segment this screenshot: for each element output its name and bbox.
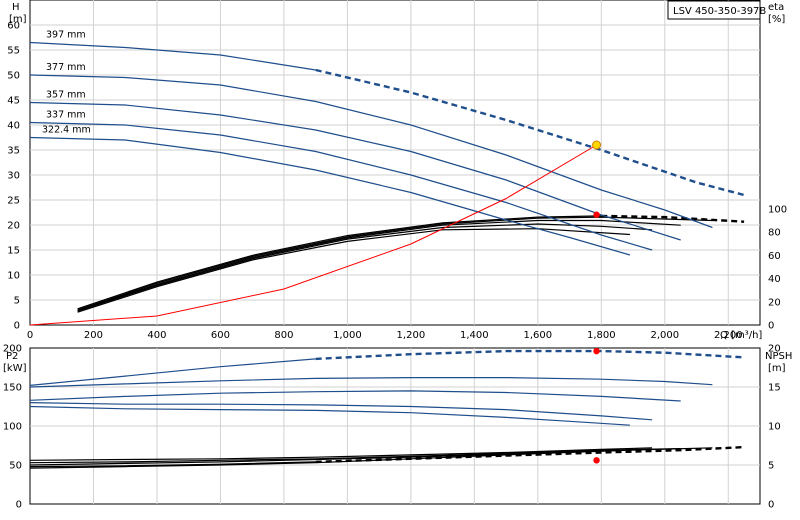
- npsh-axis-label-line2: [m]: [768, 363, 786, 374]
- h-tick-label: 55: [7, 46, 20, 57]
- duty-point: [592, 140, 602, 150]
- head-curve-0-dashed: [315, 68, 745, 197]
- power-curve-4: [29, 405, 630, 426]
- eta-tick-label: 40: [768, 274, 781, 285]
- bottom-tick-labels: 05010015020005101520: [3, 344, 781, 511]
- bottom-curves: [29, 347, 745, 469]
- h-tick-label: 30: [7, 171, 20, 182]
- head-curve-1: [29, 74, 713, 229]
- x-tick-label: 1,000: [333, 330, 362, 341]
- h-axis-label-line1: H: [12, 2, 20, 13]
- p2-axis-label-line1: P2: [6, 351, 18, 362]
- chart-title: LSV 450-350-397B: [673, 6, 766, 17]
- npsh-tick-label: 5: [768, 461, 774, 472]
- h-tick-label: 50: [7, 71, 20, 82]
- power-npsh-panel: 05010015020005101520 P2 [kW] NPSH [m]: [3, 344, 792, 511]
- x-tick-label: 200: [84, 330, 103, 341]
- head-curve-2: [29, 101, 681, 241]
- power-curve-1: [29, 377, 713, 388]
- power-curve-0: [29, 358, 316, 386]
- head-efficiency-panel: 397 mm377 mm357 mm337 mm322.4 mm 0 200 400…: [7, 0, 787, 341]
- x-axis-label: Q [m³/h]: [720, 330, 762, 341]
- head-curve-3: [29, 121, 653, 251]
- npsh-tick-label: 15: [768, 383, 781, 394]
- power-curve-2: [29, 390, 681, 402]
- eta-tick-label: 60: [768, 251, 781, 262]
- x-tick-label: 800: [274, 330, 293, 341]
- x-tick-label: 400: [147, 330, 166, 341]
- h-tick-label: 15: [7, 246, 20, 257]
- p2-tick-label: 150: [3, 383, 22, 394]
- h-tick-label: 35: [7, 146, 20, 157]
- h-tick-label: 40: [7, 121, 20, 132]
- power-curve-0-dashed: [315, 349, 745, 361]
- efficiency-curve-2: [77, 219, 681, 312]
- p2-tick-label: 0: [16, 500, 22, 511]
- eta-tick-label: 80: [768, 228, 781, 239]
- head-curve-label: 377 mm: [46, 62, 86, 73]
- head-curve-label: 357 mm: [46, 90, 86, 101]
- eta-axis-label-line2: [%]: [768, 14, 785, 25]
- x-tick-label: 2,000: [650, 330, 679, 341]
- h-tick-label: 0: [14, 321, 20, 332]
- h-tick-label: 10: [7, 271, 20, 282]
- h-tick-label: 25: [7, 196, 20, 207]
- eta-tick-label: 20: [768, 297, 781, 308]
- h-tick-label: 20: [7, 221, 20, 232]
- p2-tick-label: 50: [9, 461, 22, 472]
- p2-tick-label: 100: [3, 422, 22, 433]
- efficiency-point: [593, 211, 600, 218]
- npsh-axis-label-line1: NPSH: [765, 351, 792, 362]
- eta-axis-label-line1: eta: [768, 2, 784, 13]
- x-tick-label: 1,200: [397, 330, 426, 341]
- top-curves: 397 mm 377 mm 357 mm 337 mm 322.4 mm: [29, 30, 745, 326]
- bottom-grid: [30, 348, 760, 504]
- npsh-point: [593, 457, 600, 464]
- x-tick-label: 1,600: [524, 330, 553, 341]
- x-tick-label: 600: [211, 330, 230, 341]
- power-point: [593, 347, 600, 355]
- head-curve-label: 322.4 mm: [42, 125, 91, 136]
- eta-tick-label: 100: [768, 204, 787, 215]
- p2-axis-label-line2: [kW]: [3, 363, 27, 374]
- h-tick-label: 5: [14, 296, 20, 307]
- x-tick-label: 0: [27, 330, 33, 341]
- npsh-tick-label: 0: [768, 500, 774, 511]
- efficiency-curve-0: [77, 215, 602, 310]
- head-curve-label: 397 mm: [46, 30, 86, 41]
- eta-tick-label: 0: [768, 321, 774, 332]
- h-tick-label: 45: [7, 96, 20, 107]
- pump-curve-chart: 397 mm377 mm357 mm337 mm322.4 mm 0 200 400…: [3, 0, 792, 511]
- x-tick-label: 1,800: [587, 330, 616, 341]
- h-axis-label-line2: [m]: [9, 14, 27, 25]
- npsh-tick-label: 10: [768, 422, 781, 433]
- head-curve-label: 337 mm: [46, 110, 86, 121]
- x-tick-label: 1,400: [460, 330, 489, 341]
